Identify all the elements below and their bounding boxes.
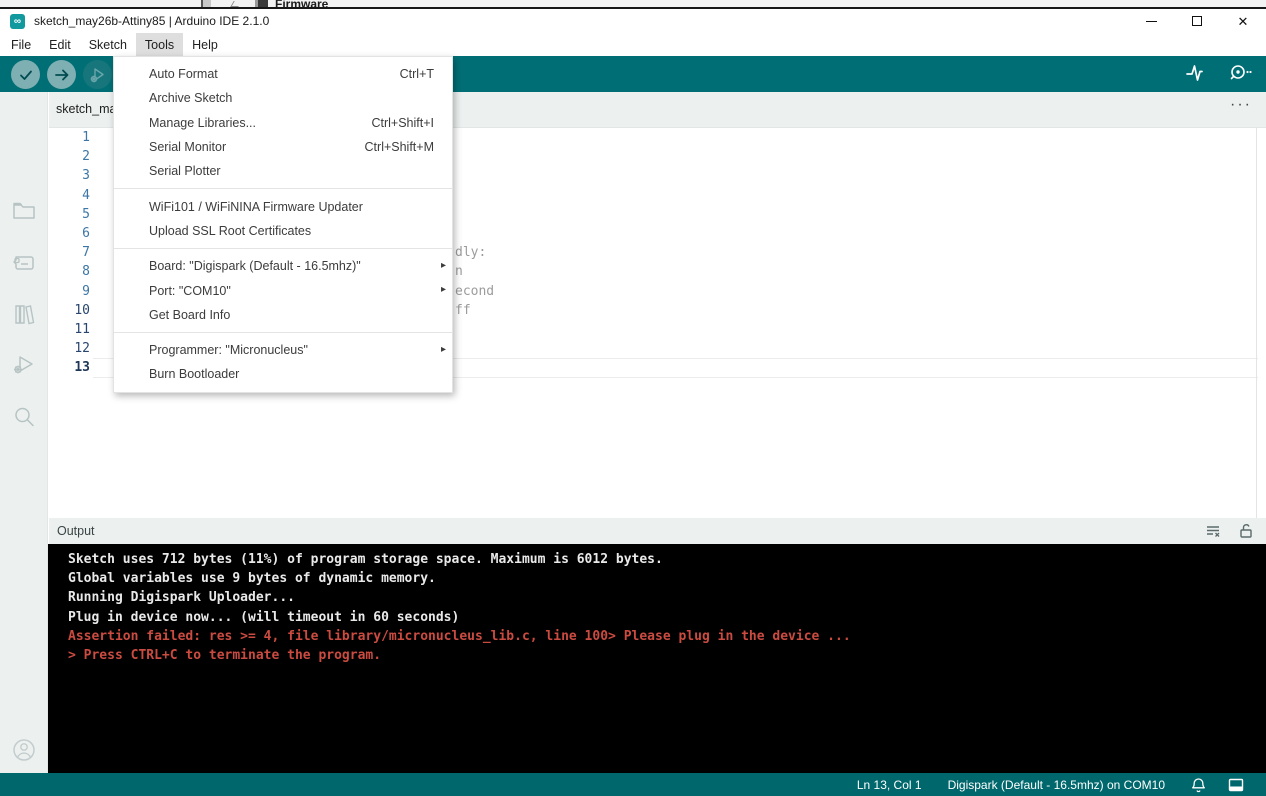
titlebar: ∞ sketch_may26b-Attiny85 | Arduino IDE 2…: [0, 9, 1266, 33]
console-line: Running Digispark Uploader...: [68, 590, 295, 606]
menu-item-serial-plotter[interactable]: Serial Plotter: [114, 159, 452, 183]
menu-item-burn-bootloader[interactable]: Burn Bootloader: [114, 362, 452, 386]
output-console[interactable]: Sketch uses 712 bytes (11%) of program s…: [48, 544, 1266, 773]
submenu-arrow-icon: ▸: [440, 260, 446, 272]
maximize-button[interactable]: [1174, 9, 1220, 33]
line-number: 8: [82, 264, 90, 280]
search-icon[interactable]: [12, 405, 36, 429]
console-line: Global variables use 9 bytes of dynamic …: [68, 571, 436, 587]
menu-separator: [114, 331, 452, 333]
debug-sidebar-icon[interactable]: [12, 353, 36, 377]
arduino-app-icon: ∞: [10, 13, 25, 29]
line-number: 6: [82, 225, 90, 241]
cursor-position[interactable]: Ln 13, Col 1: [857, 778, 922, 792]
line-number-gutter: 1 2 3 4 5 6 7 8 9 10 11 12 13: [49, 128, 90, 377]
toggle-panel-slot[interactable]: [1228, 778, 1244, 792]
toggle-bottom-panel-icon: [1228, 778, 1244, 791]
line-number-active: 13: [74, 360, 90, 376]
menu-item-board[interactable]: Board: "Digispark (Default - 16.5mhz)" ▸: [114, 254, 452, 278]
menu-item-auto-format[interactable]: Auto Format Ctrl+T: [114, 62, 452, 86]
verify-button[interactable]: [11, 60, 40, 89]
output-title: Output: [57, 524, 95, 538]
menubar: File Edit Sketch Tools Help: [0, 33, 1266, 56]
line-number: 5: [82, 206, 90, 222]
checkmark-icon: [19, 70, 32, 80]
background-tree-caret-fragment: [230, 1, 242, 7]
menu-help[interactable]: Help: [183, 33, 227, 56]
boards-manager-icon[interactable]: [12, 250, 36, 274]
profile-icon[interactable]: [12, 738, 36, 762]
menu-file[interactable]: File: [2, 33, 40, 56]
line-number: 12: [74, 341, 90, 357]
debug-button[interactable]: [83, 60, 112, 89]
debug-icon: [90, 67, 104, 82]
bell-icon: [1192, 777, 1205, 792]
menu-item-manage-libraries[interactable]: Manage Libraries... Ctrl+Shift+I: [114, 111, 452, 135]
console-line-error: > Press CTRL+C to terminate the program.: [68, 648, 382, 664]
menu-item-get-board-info[interactable]: Get Board Info: [114, 303, 452, 327]
submenu-arrow-icon: ▸: [440, 343, 446, 355]
arduino-ide-window: Firmware ∞ sketch_may26b-Attiny85 | Ardu…: [0, 0, 1266, 796]
upload-button[interactable]: [47, 60, 76, 89]
menu-separator: [114, 248, 452, 250]
clear-output-icon[interactable]: [1204, 522, 1222, 540]
window-title: sketch_may26b-Attiny85 | Arduino IDE 2.1…: [34, 14, 270, 28]
line-number: 11: [74, 321, 90, 337]
line-number: 7: [82, 245, 90, 261]
maximize-icon: [1192, 16, 1202, 26]
console-line: Plug in device now... (will timeout in 6…: [68, 609, 460, 625]
background-window-strip: Firmware: [0, 0, 1266, 9]
arrow-right-icon: [54, 69, 68, 80]
console-line: Sketch uses 712 bytes (11%) of program s…: [68, 552, 663, 567]
menu-item-archive-sketch[interactable]: Archive Sketch: [114, 86, 452, 110]
line-number: 9: [82, 283, 90, 299]
close-button[interactable]: ✕: [1220, 9, 1266, 33]
firmware-item-label: Firmware: [275, 0, 329, 9]
window-controls: ✕: [1128, 9, 1266, 33]
line-number: 10: [74, 302, 90, 318]
output-panel-header: Output: [49, 518, 1266, 544]
code-fragment: ff: [455, 302, 471, 318]
menu-sketch[interactable]: Sketch: [80, 33, 136, 56]
activity-sidebar: [0, 92, 48, 773]
output-header-icons: [1204, 522, 1254, 540]
code-fragment: econd: [455, 283, 495, 299]
line-number: 4: [82, 187, 90, 203]
menu-item-wifi-firmware-updater[interactable]: WiFi101 / WiFiNINA Firmware Updater: [114, 194, 452, 218]
library-manager-icon[interactable]: [12, 302, 36, 326]
background-scrollbar-fragment: [201, 0, 211, 7]
statusbar: Ln 13, Col 1 Digispark (Default - 16.5mh…: [0, 773, 1266, 796]
tools-dropdown-menu: Auto Format Ctrl+T Archive Sketch Manage…: [113, 56, 453, 393]
close-icon: ✕: [1237, 13, 1249, 29]
minimize-button[interactable]: [1128, 9, 1174, 33]
console-line-error: Assertion failed: res >= 4, file library…: [68, 628, 851, 644]
submenu-arrow-icon: ▸: [440, 284, 446, 296]
menu-separator: [114, 188, 452, 190]
menu-item-programmer[interactable]: Programmer: "Micronucleus" ▸: [114, 338, 452, 362]
editor-scrollbar-edge: [1256, 128, 1257, 518]
code-fragment: dly:: [455, 245, 487, 261]
menu-tools[interactable]: Tools: [135, 33, 184, 56]
minimize-icon: [1145, 20, 1157, 22]
tab-more-button[interactable]: ···: [1230, 96, 1252, 114]
sketchbook-folder-icon[interactable]: [12, 198, 36, 222]
serial-plotter-icon[interactable]: [1184, 61, 1208, 85]
menu-item-port[interactable]: Port: "COM10" ▸: [114, 278, 452, 302]
menu-item-serial-monitor[interactable]: Serial Monitor Ctrl+Shift+M: [114, 135, 452, 159]
line-number: 1: [82, 130, 90, 145]
code-fragment: n: [455, 264, 463, 280]
serial-monitor-icon[interactable]: [1226, 61, 1252, 85]
autoscroll-lock-icon[interactable]: [1238, 522, 1254, 540]
notifications-slot[interactable]: [1191, 777, 1206, 793]
line-number: 2: [82, 149, 90, 165]
menu-item-upload-ssl-certificates[interactable]: Upload SSL Root Certificates: [114, 219, 452, 243]
line-number: 3: [82, 168, 90, 184]
board-port-status[interactable]: Digispark (Default - 16.5mhz) on COM10: [948, 778, 1165, 792]
menu-edit[interactable]: Edit: [40, 33, 80, 56]
firmware-item-icon: [255, 0, 268, 7]
toolbar-right-icons: [1184, 61, 1252, 85]
